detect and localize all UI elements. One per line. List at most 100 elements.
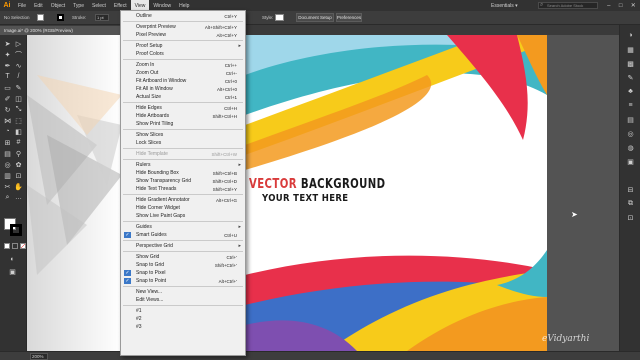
symbol-sprayer-tool-icon[interactable]: ✿ — [14, 160, 23, 169]
canvas-area[interactable]: VECTOR BACKGROUND YOUR TEXT HERE ➤ — [27, 35, 619, 351]
menu-type[interactable]: Type — [69, 0, 88, 11]
style-swatch[interactable] — [275, 14, 284, 21]
gradient-panel-icon[interactable]: ▤ — [625, 115, 636, 124]
view-menu-item-hide-corner-widget[interactable]: Hide Corner Widget — [121, 204, 245, 212]
stroke-panel-icon[interactable]: ≡ — [625, 101, 636, 110]
eyedropper-tool-icon[interactable]: ⚲ — [14, 149, 23, 158]
pen-tool-icon[interactable]: ✒ — [3, 61, 12, 70]
view-menu-item-zoom-out[interactable]: Zoom Out Ctrl+- — [121, 69, 245, 77]
zoom-tool-icon[interactable]: ⌕ — [3, 193, 12, 202]
view-menu-item-show-live-paint-gaps[interactable]: Show Live Paint Gaps — [121, 212, 245, 220]
direct-selection-tool-icon[interactable]: ▷ — [14, 39, 23, 48]
fill-swatch[interactable] — [37, 14, 44, 21]
view-menu-item-hide-gradient-annotator[interactable]: Hide Gradient Annotator Alt+Ctrl+G — [121, 196, 245, 204]
view-menu-item-proof-colors[interactable]: Proof Colors — [121, 50, 245, 58]
view-menu-item-rulers[interactable]: Rulers ▸ — [121, 161, 245, 169]
view-menu-item-zoom-in[interactable]: Zoom In Ctrl++ — [121, 61, 245, 69]
drawing-modes-icon[interactable]: ◐ — [8, 255, 17, 264]
view-menu-item-fit-artboard-in-window[interactable]: Fit Artboard in Window Ctrl+0 — [121, 77, 245, 85]
view-menu-item-hide-text-threads[interactable]: Hide Text Threads Shift+Ctrl+Y — [121, 185, 245, 193]
shape-builder-tool-icon[interactable]: ◔ — [3, 127, 12, 136]
maximize-icon[interactable]: □ — [619, 3, 623, 9]
view-menu-item-smart-guides[interactable]: ✓ Smart Guides Ctrl+U — [121, 231, 245, 239]
view-menu-item-actual-size[interactable]: Actual Size Ctrl+1 — [121, 93, 245, 101]
close-icon[interactable]: ✕ — [631, 2, 636, 9]
hand-tool-icon[interactable]: ✋ — [14, 182, 23, 191]
view-menu-item-hide-bounding-box[interactable]: Hide Bounding Box Shift+Ctrl+B — [121, 169, 245, 177]
rotate-tool-icon[interactable]: ↻ — [3, 105, 12, 114]
artboard-tool-icon[interactable]: ⊡ — [14, 171, 23, 180]
zoom-level-field[interactable]: 200% — [30, 353, 48, 360]
view-menu-item-1[interactable]: #1 — [121, 307, 245, 315]
rectangle-tool-icon[interactable]: ▭ — [3, 83, 12, 92]
layers-panel-icon[interactable]: ⧉ — [625, 199, 636, 208]
selection-tool-icon[interactable]: ➤ — [3, 39, 12, 48]
eraser-tool-icon[interactable]: ◫ — [14, 94, 23, 103]
view-menu-item-snap-to-pixel[interactable]: ✓ Snap to Pixel — [121, 269, 245, 277]
view-menu-item-outline[interactable]: Outline Ctrl+Y — [121, 12, 245, 20]
stock-search-input[interactable]: ⌕ Search Adobe Stock — [538, 2, 598, 9]
stroke-swatch[interactable] — [57, 14, 64, 21]
view-menu-item-hide-artboards[interactable]: Hide Artboards Shift+Ctrl+H — [121, 112, 245, 120]
screen-mode-icon[interactable]: ▣ — [8, 267, 17, 276]
artboard[interactable]: VECTOR BACKGROUND YOUR TEXT HERE — [27, 35, 547, 351]
curvature-tool-icon[interactable]: ∿ — [14, 61, 23, 70]
appearance-panel-icon[interactable]: ◍ — [625, 143, 636, 152]
free-transform-tool-icon[interactable]: ⬚ — [14, 116, 23, 125]
more-tools-icon[interactable]: … — [14, 193, 23, 202]
view-menu-item-fit-all-in-window[interactable]: Fit All in Window Alt+Ctrl+0 — [121, 85, 245, 93]
view-menu-item-new-view[interactable]: New View... — [121, 288, 245, 296]
symbols-panel-icon[interactable]: ♣ — [625, 87, 636, 96]
view-menu-item-snap-to-point[interactable]: ✓ Snap to Point Alt+Ctrl+' — [121, 277, 245, 285]
column-graph-tool-icon[interactable]: ▥ — [3, 171, 12, 180]
view-menu-item-3[interactable]: #3 — [121, 323, 245, 331]
color-guide-icon[interactable]: ▦ — [625, 45, 636, 54]
swatches-panel-icon[interactable]: ▩ — [625, 59, 636, 68]
view-menu-item-overprint-preview[interactable]: Overprint Preview Alt+Shift+Ctrl+Y — [121, 23, 245, 31]
view-menu-item-proof-setup[interactable]: Proof Setup ▸ — [121, 42, 245, 50]
stroke-weight-field[interactable]: 1 pt — [95, 14, 109, 21]
live-paint-tool-icon[interactable]: ◧ — [14, 127, 23, 136]
preferences-button[interactable]: Preferences — [336, 13, 362, 22]
magic-wand-tool-icon[interactable]: ✦ — [3, 50, 12, 59]
lasso-tool-icon[interactable]: ⌒ — [14, 50, 23, 59]
scale-tool-icon[interactable]: ⤡ — [14, 105, 23, 114]
view-menu-item-show-grid[interactable]: Show Grid Ctrl+' — [121, 253, 245, 261]
view-menu-item-lock-slices[interactable]: Lock Slices — [121, 139, 245, 147]
stroke-color-icon[interactable] — [10, 224, 22, 236]
menu-select[interactable]: Select — [88, 0, 110, 11]
view-menu-item-show-print-tiling[interactable]: Show Print Tiling — [121, 120, 245, 128]
gradient-tool-icon[interactable]: ▤ — [3, 149, 12, 158]
menu-edit[interactable]: Edit — [30, 0, 47, 11]
view-menu-item-perspective-grid[interactable]: Perspective Grid ▸ — [121, 242, 245, 250]
view-menu-item-snap-to-grid[interactable]: Snap to Grid Shift+Ctrl+' — [121, 261, 245, 269]
paintbrush-tool-icon[interactable]: ✎ — [14, 83, 23, 92]
blend-tool-icon[interactable]: ◎ — [3, 160, 12, 169]
width-tool-icon[interactable]: ⋈ — [3, 116, 12, 125]
view-menu-item-2[interactable]: #2 — [121, 315, 245, 323]
view-menu-item-guides[interactable]: Guides ▸ — [121, 223, 245, 231]
slice-tool-icon[interactable]: ✂ — [3, 182, 12, 191]
view-menu-item-pixel-preview[interactable]: Pixel Preview Alt+Ctrl+Y — [121, 31, 245, 39]
default-colors-icon[interactable] — [4, 243, 10, 249]
menu-object[interactable]: Object — [47, 0, 69, 11]
type-tool-icon[interactable]: T — [3, 72, 12, 81]
graphic-styles-icon[interactable]: ▣ — [625, 157, 636, 166]
swap-colors-icon[interactable] — [12, 243, 18, 249]
properties-panel-icon[interactable]: ⊟ — [625, 185, 636, 194]
perspective-grid-tool-icon[interactable]: ⊞ — [3, 138, 12, 147]
view-menu-item-show-slices[interactable]: Show Slices — [121, 131, 245, 139]
transparency-panel-icon[interactable]: ◎ — [625, 129, 636, 138]
document-tab[interactable]: Image.ai* @ 200% (RGB/Preview) — [0, 26, 120, 35]
mesh-tool-icon[interactable]: # — [14, 138, 23, 147]
view-menu-item-hide-edges[interactable]: Hide Edges Ctrl+H — [121, 104, 245, 112]
workspace-switcher[interactable]: Essentials ▾ — [491, 0, 518, 11]
minimize-icon[interactable]: – — [607, 3, 610, 9]
shaper-tool-icon[interactable]: ✐ — [3, 94, 12, 103]
none-color-icon[interactable] — [20, 243, 26, 249]
artboards-panel-icon[interactable]: ⊡ — [625, 213, 636, 222]
line-tool-icon[interactable]: / — [14, 72, 23, 81]
view-menu-item-edit-views[interactable]: Edit Views... — [121, 296, 245, 304]
view-menu-item-show-transparency-grid[interactable]: Show Transparency Grid Shift+Ctrl+D — [121, 177, 245, 185]
menu-file[interactable]: File — [14, 0, 30, 11]
